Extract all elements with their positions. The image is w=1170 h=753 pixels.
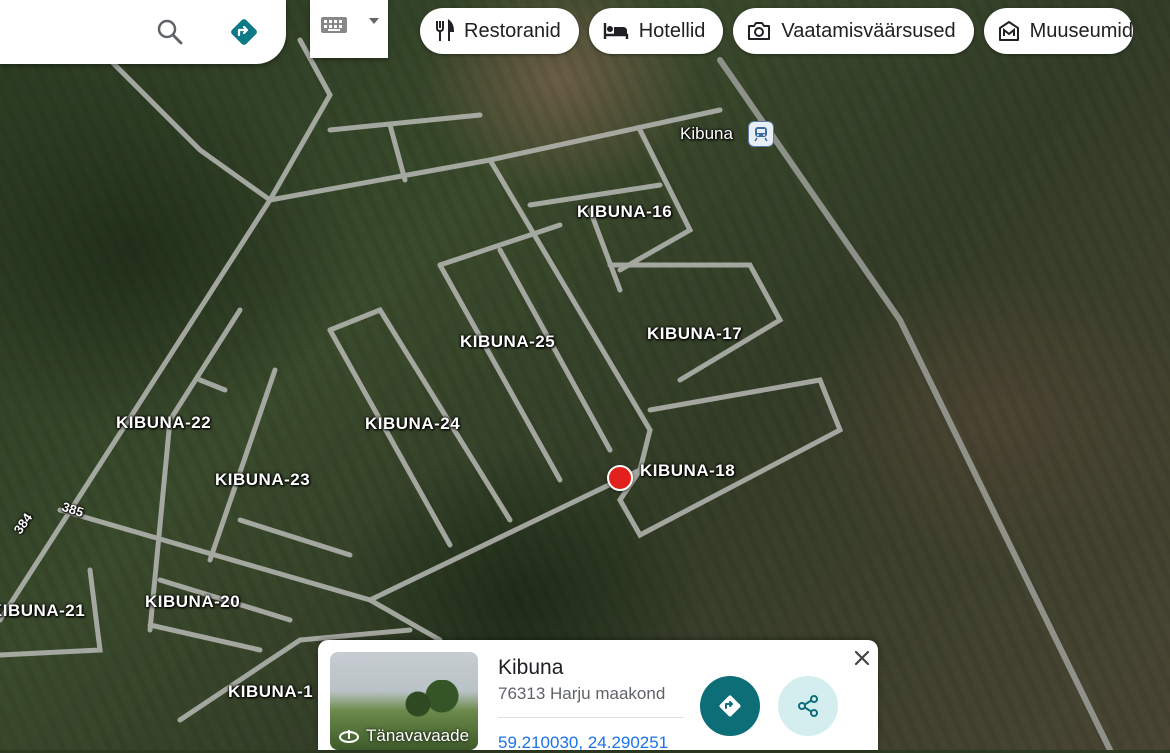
location-pin[interactable] <box>607 465 633 491</box>
search-box[interactable] <box>0 0 286 64</box>
share-button[interactable] <box>778 676 838 736</box>
road-network <box>0 37 1113 750</box>
area-label-kibuna-20[interactable]: KIBUNA-20 <box>145 592 240 612</box>
close-button[interactable] <box>850 646 874 670</box>
streetview-icon <box>339 730 359 743</box>
search-button[interactable] <box>150 12 190 52</box>
caret-down-icon[interactable] <box>368 16 380 26</box>
area-label-kibuna-23[interactable]: KIBUNA-23 <box>215 470 310 490</box>
area-label-kibuna-16[interactable]: KIBUNA-16 <box>577 202 672 222</box>
area-label-kibuna-17[interactable]: KIBUNA-17 <box>647 324 742 344</box>
directions-button[interactable] <box>224 12 264 52</box>
directions-button[interactable] <box>700 676 760 736</box>
chip-attractions[interactable]: Vaatamisväärsused <box>733 8 974 54</box>
chip-label: Hotellid <box>638 19 706 42</box>
search-icon <box>157 19 183 45</box>
input-tools[interactable] <box>310 0 388 58</box>
chip-museums[interactable]: Muuseumid <box>983 8 1133 54</box>
museum-icon <box>998 20 1020 42</box>
streetview-image <box>400 680 460 720</box>
place-title: Kibuna <box>498 656 564 679</box>
streetview-thumbnail[interactable]: Tänavavaade <box>330 652 478 750</box>
keyboard-icon[interactable] <box>320 14 348 36</box>
area-label-kibuna-25[interactable]: KIBUNA-25 <box>460 332 555 352</box>
directions-icon <box>719 695 741 717</box>
streetview-label: Tänavavaade <box>366 726 470 745</box>
place-coordinates[interactable]: 59.210030, 24.290251 <box>498 733 668 753</box>
streetview-button[interactable]: Tänavavaade <box>338 726 469 746</box>
place-info-card[interactable]: Tänavavaade Kibuna 76313 Harju maakond 5… <box>318 640 878 753</box>
train-icon[interactable] <box>748 121 774 147</box>
chip-label: Restoranid <box>464 19 561 42</box>
area-label-kibuna-24[interactable]: KIBUNA-24 <box>365 414 460 434</box>
station-label[interactable]: Kibuna <box>680 124 733 144</box>
fork-knife-icon <box>434 19 454 43</box>
chip-hotels[interactable]: Hotellid <box>588 8 724 54</box>
category-chips: Restoranid Hotellid Vaatamisväärsused Mu… <box>420 8 1133 54</box>
chip-restaurants[interactable]: Restoranid <box>420 8 579 54</box>
place-address: 76313 Harju maakond <box>498 684 666 703</box>
area-label-kibuna-22[interactable]: KIBUNA-22 <box>116 413 211 433</box>
share-icon <box>798 695 818 717</box>
area-label-kibuna-1[interactable]: KIBUNA-1 <box>228 682 313 702</box>
directions-icon <box>231 19 257 45</box>
chip-label: Vaatamisväärsused <box>781 19 956 42</box>
camera-icon <box>747 21 771 41</box>
chip-label: Muuseumid <box>1029 19 1133 42</box>
area-label-kibuna-18[interactable]: KIBUNA-18 <box>640 461 735 481</box>
divider <box>498 717 684 718</box>
area-label-kibuna-21[interactable]: KIBUNA-21 <box>0 601 90 621</box>
close-icon <box>854 650 870 666</box>
bed-icon <box>603 21 629 41</box>
